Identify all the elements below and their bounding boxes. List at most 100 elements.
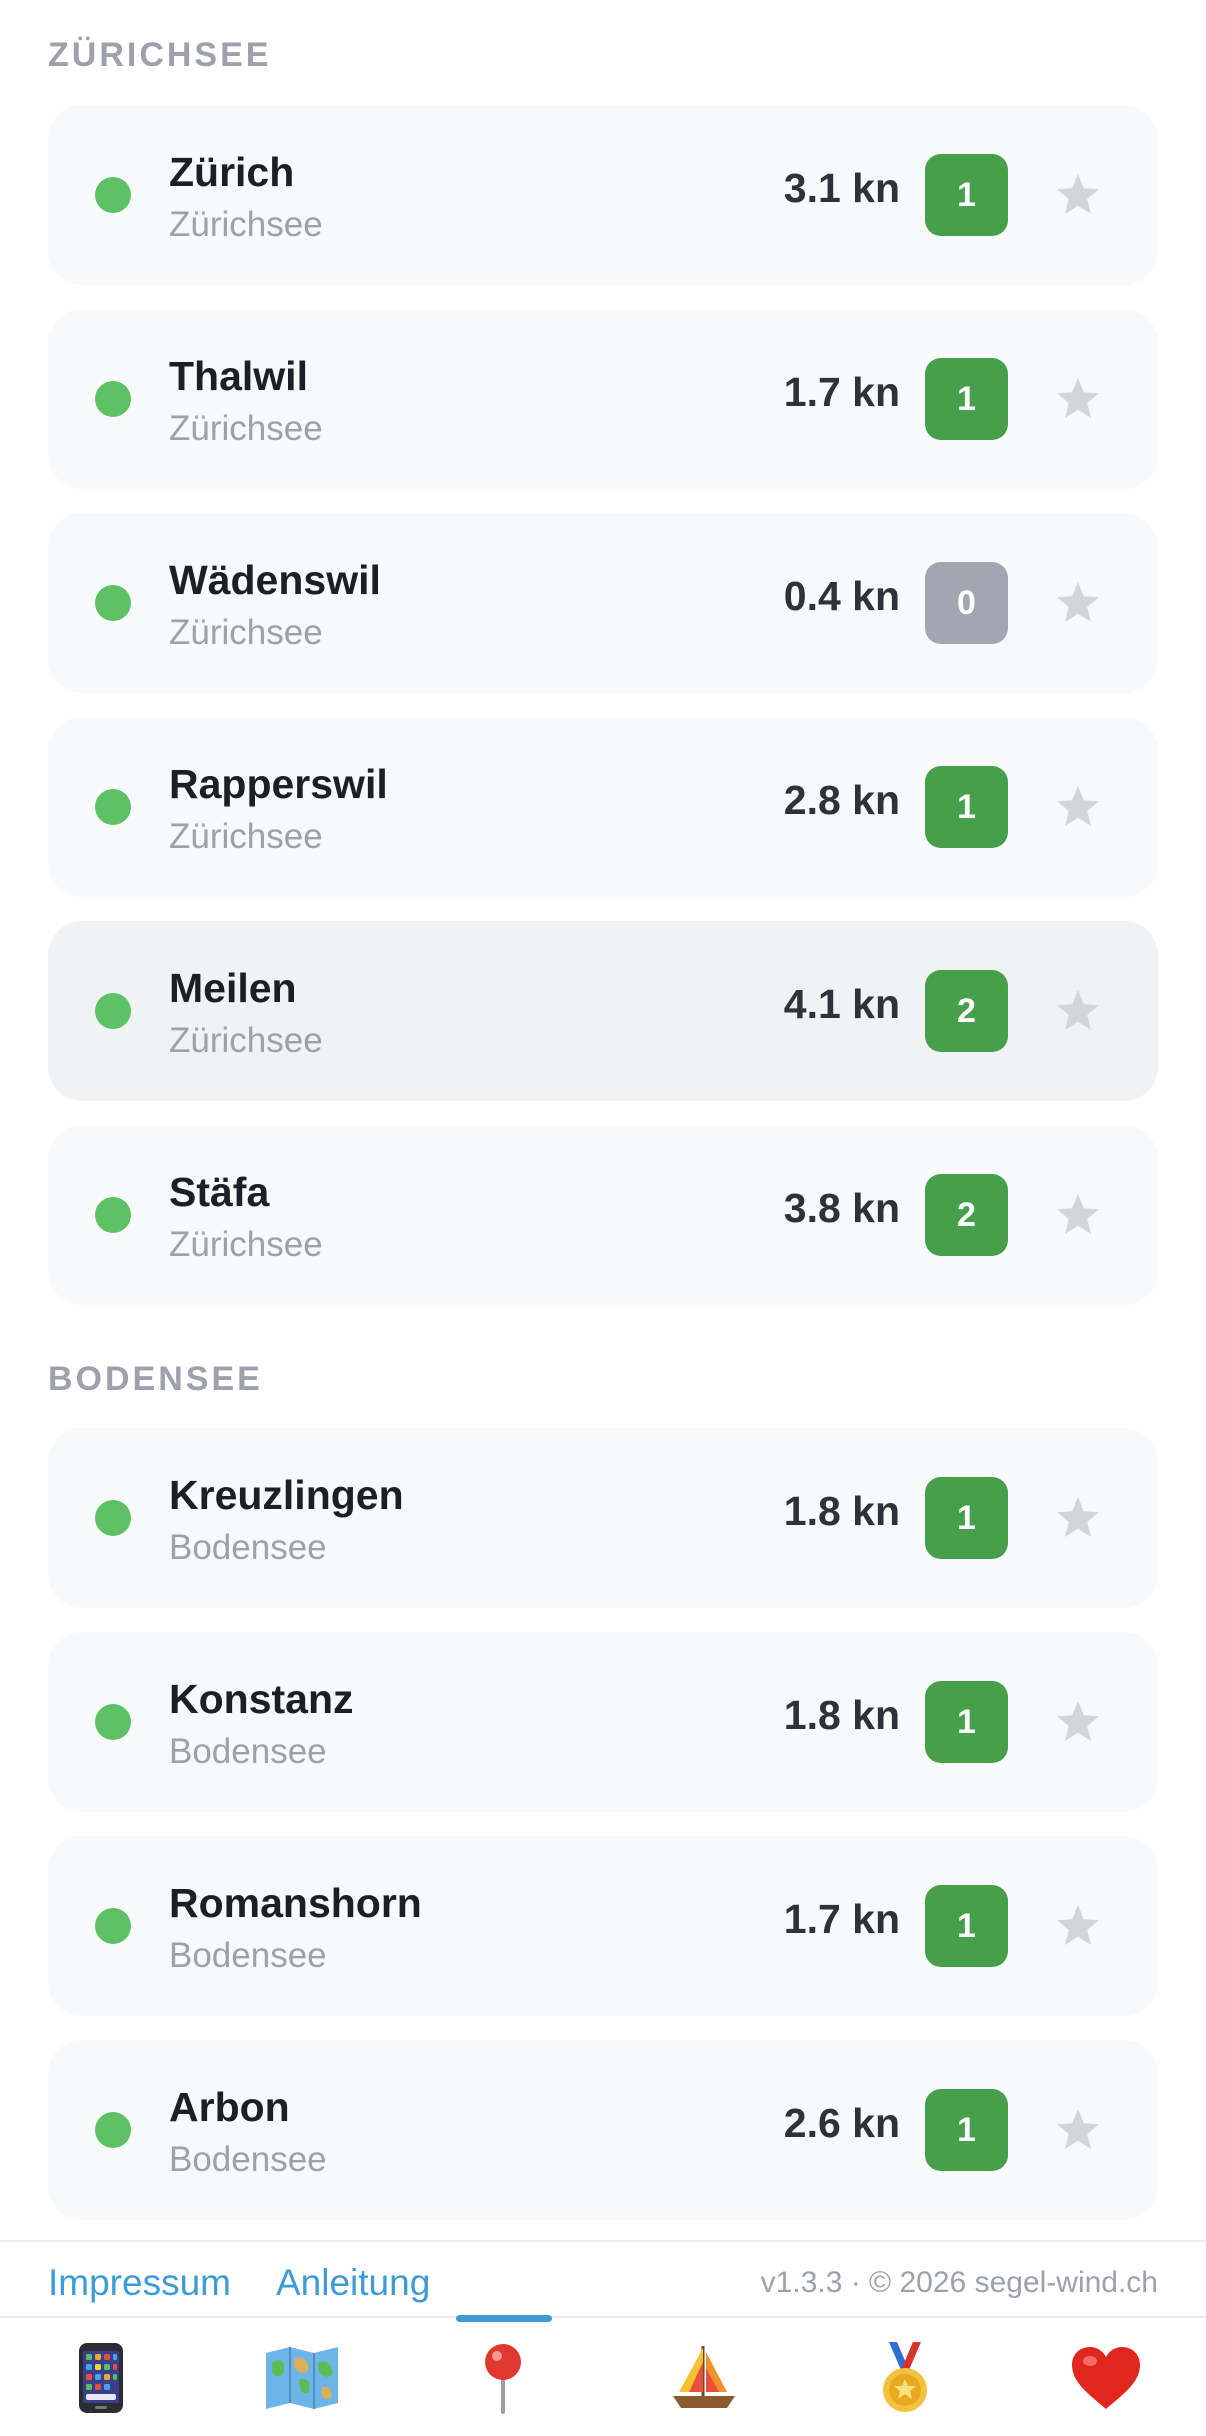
favorite-button[interactable] xyxy=(1028,1468,1128,1568)
wind-level-badge: 0 xyxy=(925,562,1008,644)
station-lake: Bodensee xyxy=(169,2140,327,2179)
station-card[interactable]: Kreuzlingen Bodensee 1.8 kn 1 xyxy=(48,1428,1158,1608)
status-dot xyxy=(95,1908,131,1944)
station-lake: Bodensee xyxy=(169,1732,327,1771)
status-dot xyxy=(95,1197,131,1233)
station-card[interactable]: Arbon Bodensee 2.6 kn 1 xyxy=(48,2040,1158,2220)
star-icon xyxy=(1057,1497,1099,1537)
station-name: Wädenswil xyxy=(169,557,381,603)
status-dot xyxy=(95,1500,131,1536)
station-card[interactable]: Rapperswil Zürichsee 2.8 kn 1 xyxy=(48,717,1158,897)
station-card[interactable]: Wädenswil Zürichsee 0.4 kn 0 xyxy=(48,513,1158,693)
station-name: Zürich xyxy=(169,149,295,195)
station-name: Stäfa xyxy=(169,1169,270,1215)
station-card[interactable]: Romanshorn Bodensee 1.7 kn 1 xyxy=(48,1836,1158,2016)
star-icon xyxy=(1057,990,1099,1030)
station-name: Rapperswil xyxy=(169,761,388,807)
wind-level-badge: 1 xyxy=(925,1477,1008,1559)
wind-speed: 2.6 kn xyxy=(783,2100,900,2146)
footer-links: Impressum Anleitung v1.3.3 · © 2026 sege… xyxy=(0,2240,1206,2316)
medal-icon xyxy=(882,2342,927,2412)
star-icon xyxy=(1057,1905,1099,1945)
wind-speed: 2.8 kn xyxy=(783,777,900,823)
wind-level-badge: 1 xyxy=(925,358,1008,440)
status-dot xyxy=(95,789,131,825)
favorite-button[interactable] xyxy=(1028,1165,1128,1265)
wind-speed: 1.7 kn xyxy=(783,1896,900,1942)
favorite-button[interactable] xyxy=(1028,1876,1128,1976)
station-card[interactable]: Stäfa Zürichsee 3.8 kn 2 xyxy=(48,1125,1158,1305)
station-card[interactable]: Meilen Zürichsee 4.1 kn 2 xyxy=(48,921,1158,1101)
favorite-button[interactable] xyxy=(1028,553,1128,653)
station-lake: Zürichsee xyxy=(169,205,323,244)
wind-speed: 4.1 kn xyxy=(783,981,900,1027)
wind-speed: 1.8 kn xyxy=(783,1692,900,1738)
section-header: ZÜRICHSEE xyxy=(48,36,272,74)
star-icon xyxy=(1057,786,1099,826)
star-icon xyxy=(1057,174,1099,214)
wind-level-badge: 1 xyxy=(925,1885,1008,1967)
station-name: Romanshorn xyxy=(169,1880,422,1926)
star-icon xyxy=(1057,1701,1099,1741)
favorite-button[interactable] xyxy=(1028,2080,1128,2180)
wind-level-badge: 1 xyxy=(925,2089,1008,2171)
favorite-button[interactable] xyxy=(1028,757,1128,857)
station-card[interactable]: Zürich Zürichsee 3.1 kn 1 xyxy=(48,105,1158,285)
star-icon xyxy=(1057,378,1099,418)
station-name: Kreuzlingen xyxy=(169,1472,404,1518)
favorite-button[interactable] xyxy=(1028,349,1128,449)
section-header: BODENSEE xyxy=(48,1360,263,1398)
tab-locations[interactable] xyxy=(402,2318,603,2436)
sailboat-icon xyxy=(672,2346,735,2408)
status-dot xyxy=(95,993,131,1029)
status-dot xyxy=(95,1704,131,1740)
wind-level-badge: 1 xyxy=(925,154,1008,236)
status-dot xyxy=(95,177,131,213)
tab-map[interactable] xyxy=(201,2318,402,2436)
wind-level-badge: 2 xyxy=(925,1174,1008,1256)
station-name: Thalwil xyxy=(169,353,308,399)
station-lake: Zürichsee xyxy=(169,1225,323,1264)
tab-sailing[interactable] xyxy=(603,2318,804,2436)
heart-icon xyxy=(1071,2347,1140,2409)
wind-speed: 3.8 kn xyxy=(783,1185,900,1231)
star-icon xyxy=(1057,2109,1099,2149)
status-dot xyxy=(95,585,131,621)
tab-phone[interactable] xyxy=(0,2318,201,2436)
wind-speed: 1.8 kn xyxy=(783,1488,900,1534)
wind-level-badge: 1 xyxy=(925,1681,1008,1763)
wind-speed: 3.1 kn xyxy=(783,165,900,211)
tab-bar xyxy=(0,2315,1206,2436)
station-name: Konstanz xyxy=(169,1676,354,1722)
station-lake: Zürichsee xyxy=(169,1021,323,1060)
favorite-button[interactable] xyxy=(1028,145,1128,245)
star-icon xyxy=(1057,582,1099,622)
wind-speed: 0.4 kn xyxy=(783,573,900,619)
station-lake: Bodensee xyxy=(169,1936,327,1975)
star-icon xyxy=(1057,1194,1099,1234)
wind-speed: 1.7 kn xyxy=(783,369,900,415)
station-lake: Zürichsee xyxy=(169,409,323,448)
phone-icon xyxy=(78,2343,123,2413)
favorite-button[interactable] xyxy=(1028,1672,1128,1772)
status-dot xyxy=(95,381,131,417)
tab-ranking[interactable] xyxy=(804,2318,1005,2436)
station-card[interactable]: Thalwil Zürichsee 1.7 kn 1 xyxy=(48,309,1158,489)
version-text: v1.3.3 · © 2026 segel-wind.ch xyxy=(760,2266,1158,2299)
station-lake: Zürichsee xyxy=(169,817,323,856)
map-icon xyxy=(265,2347,338,2409)
station-lake: Zürichsee xyxy=(169,613,323,652)
tab-favorites[interactable] xyxy=(1005,2318,1206,2436)
station-name: Meilen xyxy=(169,965,297,1011)
anleitung-link[interactable]: Anleitung xyxy=(276,2262,430,2304)
station-name: Arbon xyxy=(169,2084,290,2130)
pin-icon xyxy=(484,2344,521,2414)
wind-level-badge: 2 xyxy=(925,970,1008,1052)
station-lake: Bodensee xyxy=(169,1528,327,1567)
app-root: ZÜRICHSEE Zürich Zürichsee 3.1 kn 1 Thalwil Zü… xyxy=(0,0,1206,2436)
status-dot xyxy=(95,2112,131,2148)
impressum-link[interactable]: Impressum xyxy=(48,2262,231,2304)
favorite-button[interactable] xyxy=(1028,961,1128,1061)
station-card[interactable]: Konstanz Bodensee 1.8 kn 1 xyxy=(48,1632,1158,1812)
wind-level-badge: 1 xyxy=(925,766,1008,848)
